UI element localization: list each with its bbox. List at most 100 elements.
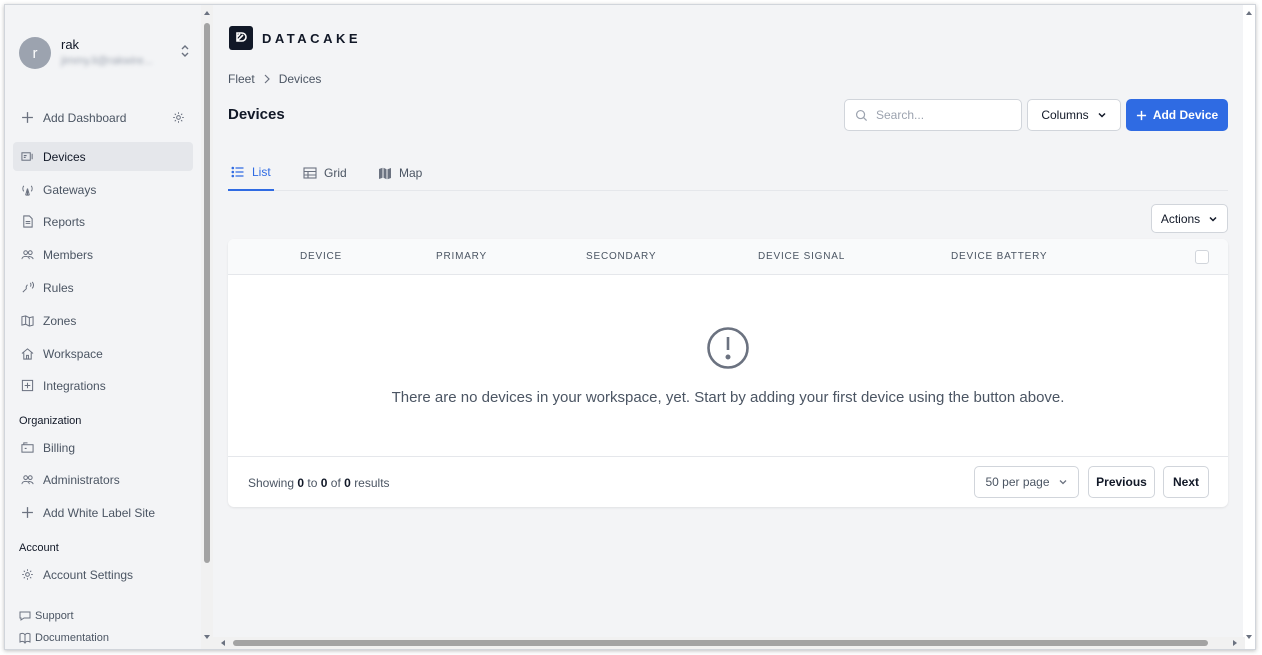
devices-icon: [19, 149, 35, 165]
chevron-right-icon: [264, 74, 270, 84]
per-page-label: 50 per page: [985, 475, 1050, 489]
gateway-icon: [19, 182, 35, 198]
to-word: to: [307, 476, 318, 490]
of-word: of: [330, 476, 341, 490]
devices-table: DEVICE PRIMARY SECONDARY DEVICE SIGNAL D…: [228, 239, 1228, 507]
sidebar-item-label: Workspace: [43, 346, 103, 361]
chat-icon: [19, 611, 31, 621]
user-switcher[interactable]: r rak jimmy.li@rakwire...: [17, 33, 193, 73]
breadcrumb-fleet[interactable]: Fleet: [228, 72, 255, 86]
column-header-device-battery[interactable]: DEVICE BATTERY: [951, 251, 1047, 262]
sidebar: r rak jimmy.li@rakwire... Add Dashboard …: [5, 5, 201, 649]
gear-icon[interactable]: [172, 111, 185, 124]
rules-icon: [19, 280, 35, 296]
search-box[interactable]: [844, 99, 1022, 131]
sidebar-item-label: Account Settings: [43, 567, 134, 582]
users-icon: [19, 472, 35, 488]
next-button[interactable]: Next: [1163, 466, 1209, 498]
columns-button[interactable]: Columns: [1027, 99, 1121, 131]
organization-section-label: Organization: [19, 415, 82, 427]
account-section-label: Account: [19, 542, 59, 554]
results-to: 0: [320, 476, 328, 490]
sidebar-item-label: Add White Label Site: [43, 505, 156, 520]
sidebar-item-billing[interactable]: Billing: [13, 433, 193, 462]
browser-window: r rak jimmy.li@rakwire... Add Dashboard …: [4, 4, 1256, 650]
sidebar-item-administrators[interactable]: Administrators: [13, 465, 193, 494]
tab-map[interactable]: Map: [378, 155, 422, 191]
per-page-select[interactable]: 50 per page: [974, 466, 1079, 498]
user-name: rak: [61, 37, 80, 52]
horizontal-scrollbar[interactable]: [213, 637, 1245, 649]
brand-logo[interactable]: DATACAKE: [229, 26, 361, 50]
sidebar-item-rules[interactable]: Rules: [13, 273, 193, 302]
sidebar-scrollbar[interactable]: [201, 5, 213, 649]
select-all-checkbox[interactable]: [1195, 250, 1209, 264]
chevron-down-icon: [1209, 216, 1217, 222]
column-header-primary[interactable]: PRIMARY: [436, 251, 487, 262]
sidebar-item-label: Rules: [43, 280, 74, 295]
home-icon: [19, 346, 35, 362]
chevron-up-down-icon: [181, 45, 189, 57]
sidebar-item-label: Zones: [43, 313, 77, 328]
showing-prefix: Showing: [248, 476, 295, 490]
actions-button[interactable]: Actions: [1151, 204, 1228, 233]
sidebar-item-label: Members: [43, 247, 94, 262]
list-icon: [231, 166, 244, 178]
horizontal-scrollbar-thumb[interactable]: [233, 640, 1208, 646]
column-header-device-signal[interactable]: DEVICE SIGNAL: [758, 251, 845, 262]
chevron-down-icon: [1098, 112, 1106, 118]
results-summary: Showing 0 to 0 of 0 results: [248, 476, 390, 490]
gear-icon: [19, 567, 35, 583]
page-scrollbar[interactable]: [1243, 5, 1255, 649]
empty-state-message: There are no devices in your workspace, …: [391, 389, 1065, 406]
scroll-up-arrow-icon[interactable]: [203, 9, 211, 17]
sidebar-item-integrations[interactable]: Integrations: [13, 371, 193, 400]
sidebar-item-gateways[interactable]: Gateways: [13, 175, 193, 204]
sidebar-item-members[interactable]: Members: [13, 240, 193, 269]
add-dashboard-button[interactable]: Add Dashboard: [13, 103, 193, 132]
column-header-secondary[interactable]: SECONDARY: [586, 251, 656, 262]
avatar: r: [19, 37, 51, 69]
sidebar-item-reports[interactable]: Reports: [13, 207, 193, 236]
table-footer: Showing 0 to 0 of 0 results 50 per page …: [228, 456, 1228, 507]
plus-icon: [1136, 110, 1146, 120]
documentation-label: Documentation: [35, 632, 109, 644]
map-icon: [379, 167, 391, 180]
search-icon: [855, 109, 868, 121]
sidebar-item-workspace[interactable]: Workspace: [13, 339, 193, 368]
scroll-left-arrow-icon[interactable]: [219, 639, 227, 647]
results-word: results: [354, 476, 390, 490]
sidebar-item-add-white-label-site[interactable]: Add White Label Site: [13, 498, 193, 527]
sidebar-item-label: Gateways: [43, 182, 97, 197]
sidebar-item-label: Reports: [43, 214, 86, 229]
tab-label: Map: [399, 166, 423, 180]
tab-list[interactable]: List: [228, 155, 274, 191]
sidebar-scrollbar-thumb[interactable]: [204, 23, 210, 563]
scroll-right-arrow-icon[interactable]: [1231, 639, 1239, 647]
sidebar-item-label: Administrators: [43, 472, 120, 487]
search-input[interactable]: [876, 108, 1006, 122]
brand-name: DATACAKE: [262, 30, 362, 46]
plus-box-icon: [19, 378, 35, 394]
columns-label: Columns: [1041, 108, 1089, 122]
add-device-button[interactable]: Add Device: [1126, 99, 1228, 131]
previous-button[interactable]: Previous: [1088, 466, 1155, 498]
support-link[interactable]: Support: [19, 610, 74, 622]
documentation-link[interactable]: Documentation: [19, 632, 109, 644]
sidebar-item-zones[interactable]: Zones: [13, 306, 193, 335]
support-label: Support: [35, 610, 74, 622]
book-icon: [19, 632, 31, 644]
scroll-down-arrow-icon[interactable]: [1245, 633, 1253, 641]
user-email: jimmy.li@rakwire...: [61, 55, 153, 67]
scroll-up-arrow-icon[interactable]: [1245, 9, 1253, 17]
tab-grid[interactable]: Grid: [303, 155, 347, 191]
scroll-down-arrow-icon[interactable]: [203, 633, 211, 641]
sidebar-item-label: Billing: [43, 440, 76, 455]
breadcrumb-devices[interactable]: Devices: [279, 72, 322, 86]
results-total: 0: [344, 476, 351, 490]
document-icon: [19, 214, 35, 230]
column-header-device[interactable]: DEVICE: [300, 251, 342, 262]
page-title: Devices: [228, 106, 285, 123]
sidebar-item-account-settings[interactable]: Account Settings: [13, 560, 193, 589]
sidebar-item-devices[interactable]: Devices: [13, 142, 193, 171]
